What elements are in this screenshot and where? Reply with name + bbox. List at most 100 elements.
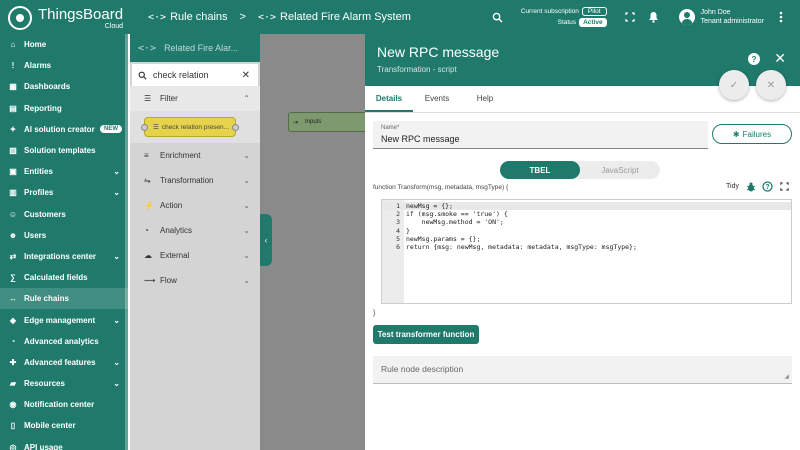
- category-transformation[interactable]: ⇋ Transformation ⌄: [130, 168, 260, 193]
- user-menu[interactable]: John Doe Tenant administrator: [678, 8, 764, 26]
- code-line: 3 newMsg.method = 'ON';: [382, 218, 791, 226]
- sidebar-item-api-usage[interactable]: ◎ API usage: [0, 437, 128, 450]
- calc-icon: ∑: [10, 273, 16, 283]
- library-header: <·> Related Fire Alar...: [130, 34, 260, 62]
- sidebar-item-alarms[interactable]: ! Alarms: [0, 55, 128, 76]
- sidebar-item-resources[interactable]: ▰ Resources ⌄: [0, 373, 128, 394]
- node-input-port[interactable]: [141, 124, 148, 131]
- name-field[interactable]: Name* New RPC message: [373, 121, 708, 149]
- node-search-input[interactable]: check relation ✕: [132, 64, 258, 86]
- clear-search-icon[interactable]: ✕: [242, 70, 250, 81]
- sidebar-item-integrations-center[interactable]: ⇄ Integrations center ⌄: [0, 246, 128, 267]
- chevron-down-icon: ⌄: [243, 201, 250, 210]
- sidebar: ⌂ Home! Alarms ▦ Dashboards ▤ Reporting ✦ AI sol…: [0, 34, 128, 450]
- library-title: Related Fire Alar...: [164, 43, 239, 53]
- fullscreen-icon[interactable]: [621, 8, 639, 26]
- sidebar-item-home[interactable]: ⌂ Home: [0, 34, 128, 55]
- line-number: 4: [396, 226, 400, 235]
- library-node-check-relation[interactable]: ☰ check relation presen...: [141, 117, 239, 137]
- code-line: 5 newMsg.params = {};: [382, 235, 791, 243]
- category-flow[interactable]: ⟿ Flow ⌄: [130, 268, 260, 293]
- bug-icon[interactable]: [745, 181, 756, 192]
- help-icon[interactable]: ?: [762, 181, 773, 192]
- breadcrumb-rule-chains[interactable]: Rule chains: [170, 11, 227, 23]
- toggle-tbel[interactable]: TBEL: [500, 161, 580, 179]
- status-badge: Active: [579, 18, 607, 27]
- fullscreen-icon[interactable]: [779, 181, 790, 192]
- sidebar-item-rule-chains[interactable]: ↔ Rule chains: [0, 288, 128, 310]
- category-action[interactable]: ⚡ Action ⌄: [130, 193, 260, 218]
- failures-button[interactable]: ✱ Failures: [712, 124, 792, 144]
- description-placeholder: Rule node description: [381, 364, 464, 374]
- tidy-button[interactable]: Tidy: [726, 183, 739, 190]
- subscription-chip[interactable]: Pilot: [581, 7, 607, 16]
- code-text: newMsg = {};: [406, 202, 453, 210]
- subscription-info: Current subscription Pilot Status Active: [521, 7, 607, 27]
- tab-details[interactable]: Details: [365, 94, 413, 112]
- filter-icon: ☰: [144, 94, 152, 103]
- sidebar-item-solution-templates[interactable]: ▧ Solution templates: [0, 140, 128, 161]
- sidebar-item-users[interactable]: ☻ Users: [0, 225, 128, 246]
- node-details-dialog: New RPC message Transformation - script …: [365, 34, 800, 450]
- home-icon: ⌂: [10, 40, 16, 50]
- search-icon[interactable]: [489, 8, 507, 26]
- more-vert-icon[interactable]: [772, 8, 790, 26]
- line-number: 6: [396, 243, 400, 251]
- sidebar-item-profiles[interactable]: ▥ Profiles ⌄: [0, 182, 128, 203]
- tab-help[interactable]: Help: [461, 94, 509, 112]
- notifications-icon[interactable]: [645, 8, 663, 26]
- close-icon[interactable]: ✕: [774, 50, 786, 67]
- sidebar-item-label: Entities: [24, 167, 53, 177]
- chevron-down-icon: ⌄: [113, 251, 120, 261]
- sidebar-item-mobile-center[interactable]: ▯ Mobile center: [0, 415, 128, 436]
- category-enrichment[interactable]: ≡ Enrichment ⌄: [130, 143, 260, 168]
- category-label: Enrichment: [160, 151, 201, 160]
- line-number: 1: [396, 202, 400, 210]
- user-name: John Doe: [700, 8, 731, 16]
- top-bar: ThingsBoard Cloud <·> Rule chains > <·> …: [0, 0, 800, 34]
- svg-text:?: ?: [765, 184, 769, 191]
- sidebar-item-label: AI solution creator: [24, 124, 95, 134]
- category-label: Flow: [160, 276, 177, 285]
- chevron-down-icon: ⌄: [113, 167, 120, 177]
- help-icon[interactable]: ?: [748, 53, 760, 65]
- sidebar-item-customers[interactable]: ☺ Customers: [0, 204, 128, 225]
- resize-grip-icon[interactable]: ◢: [784, 373, 789, 380]
- chevron-down-icon: ⌄: [243, 251, 250, 260]
- thingsboard-logo-icon: [8, 6, 32, 30]
- sidebar-item-label: Advanced features: [24, 357, 96, 367]
- toggle-javascript[interactable]: JavaScript: [580, 161, 660, 179]
- collapse-library-handle[interactable]: ‹: [260, 214, 272, 266]
- code-line: 6 return {msg: newMsg, metadata: metadata…: [382, 243, 791, 251]
- description-field[interactable]: Rule node description ◢: [373, 356, 792, 384]
- chevron-down-icon: ⌄: [243, 151, 250, 160]
- sidebar-item-notification-center[interactable]: ◉ Notification center: [0, 394, 128, 415]
- sidebar-item-ai-solution-creator[interactable]: ✦ AI solution creator NEW: [0, 119, 128, 140]
- sidebar-item-dashboards[interactable]: ▦ Dashboards: [0, 76, 128, 97]
- sidebar-item-entities[interactable]: ▣ Entities ⌄: [0, 161, 128, 182]
- sidebar-item-advanced-features[interactable]: ✚ Advanced features ⌄: [0, 352, 128, 373]
- category-filter[interactable]: ☰ Filter ⌃: [130, 86, 260, 111]
- category-external[interactable]: ☁ External ⌄: [130, 243, 260, 268]
- sidebar-item-reporting[interactable]: ▤ Reporting: [0, 98, 128, 119]
- folder-icon: ▰: [9, 379, 17, 389]
- sidebar-item-label: Advanced analytics: [24, 336, 99, 346]
- sidebar-item-calculated-fields[interactable]: ∑ Calculated fields: [0, 267, 128, 288]
- sidebar-scrollbar[interactable]: [125, 34, 128, 450]
- category-analytics[interactable]: ◔ Analytics ⌄: [130, 218, 260, 243]
- node-output-port[interactable]: [232, 124, 239, 131]
- canvas-node-inputs[interactable]: ⇥ Inputs: [288, 112, 368, 132]
- tab-events[interactable]: Events: [413, 94, 461, 112]
- code-editor[interactable]: 1 newMsg = {}; 2 if (msg.smoke == 'true') {…: [381, 199, 792, 304]
- sidebar-item-edge-management[interactable]: ◈ Edge management ⌄: [0, 309, 128, 330]
- chevron-down-icon: ⌄: [113, 315, 120, 325]
- sidebar-item-label: Mobile center: [24, 421, 76, 431]
- chevron-down-icon: ⌄: [113, 379, 120, 389]
- rule-chain-canvas[interactable]: ⇥ Inputs ‹: [260, 34, 368, 450]
- line-number: 5: [396, 234, 400, 243]
- dialog-subtitle: Transformation - script: [377, 65, 457, 74]
- logo[interactable]: ThingsBoard Cloud: [8, 6, 123, 30]
- sidebar-item-advanced-analytics[interactable]: ◔ Advanced analytics: [0, 331, 128, 352]
- transformation-icon: ⇋: [144, 176, 151, 185]
- test-transformer-button[interactable]: Test transformer function: [373, 325, 479, 344]
